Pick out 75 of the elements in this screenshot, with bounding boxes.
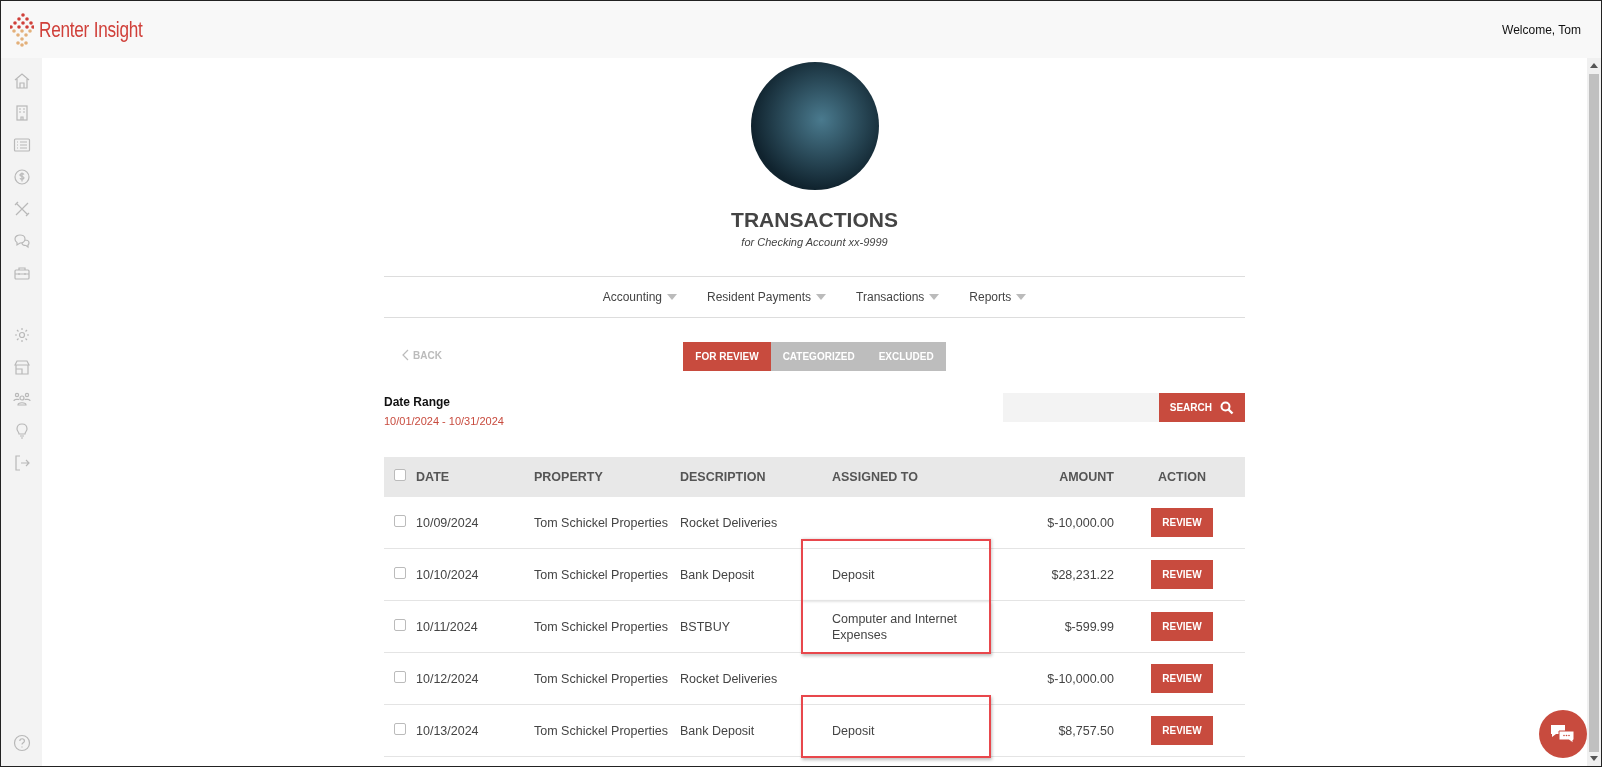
column-header: DATE — [416, 470, 450, 484]
column-header: AMOUNT — [1059, 470, 1114, 484]
search-icon — [1220, 400, 1234, 415]
search-field[interactable] — [1002, 393, 1159, 422]
column-header: ASSIGNED TO — [832, 470, 918, 484]
people-icon[interactable] — [12, 390, 31, 408]
scroll-up-icon[interactable] — [1590, 63, 1598, 68]
filter-tab[interactable]: FOR REVIEW — [683, 342, 771, 371]
home-icon[interactable] — [12, 72, 31, 90]
table-cell: 10/12/2024 — [416, 671, 479, 686]
caret-icon — [816, 294, 827, 300]
table-cell: Bank Deposit — [680, 567, 755, 582]
review-button[interactable]: REVIEW — [1151, 716, 1213, 745]
table-cell: $28,231.22 — [1051, 567, 1114, 582]
table-cell-text: Computer and Internet Expenses — [832, 610, 959, 643]
table-cell: Rocket Deliveries — [680, 671, 778, 686]
caret-icon — [1016, 294, 1027, 300]
nav-menu[interactable]: Resident Payments — [707, 290, 827, 304]
nav-menu[interactable]: Reports — [969, 290, 1027, 304]
chat-button[interactable] — [1539, 710, 1587, 758]
row-checkbox[interactable] — [394, 670, 406, 683]
page-subtitle: for Checking Account xx-9999 — [741, 236, 888, 248]
welcome-text: Welcome, Tom — [1502, 22, 1581, 37]
table-cell: Deposit — [832, 722, 875, 739]
review-button[interactable]: REVIEW — [1151, 560, 1213, 589]
row-checkbox[interactable] — [394, 618, 406, 631]
table-cell: $-10,000.00 — [1047, 671, 1114, 686]
row-checkbox[interactable] — [394, 566, 406, 579]
table-cell: Tom Schickel Properties — [534, 619, 669, 634]
caret-icon — [929, 294, 940, 300]
help-icon[interactable] — [12, 734, 31, 752]
row-checkbox[interactable] — [394, 722, 406, 735]
column-header: PROPERTY — [534, 470, 603, 484]
date-range-value[interactable]: 10/01/2024 - 10/31/2024 — [384, 415, 504, 427]
chat-icon — [1550, 723, 1576, 745]
chat-icon[interactable] — [12, 232, 31, 250]
table-cell: Tom Schickel Properties — [534, 567, 669, 582]
table-cell: 10/11/2024 — [416, 619, 478, 634]
page-title: TRANSACTIONS — [731, 208, 898, 232]
briefcase-icon[interactable] — [12, 264, 31, 282]
date-range-label: Date Range — [384, 395, 452, 409]
table-cell: Deposit — [832, 566, 875, 583]
scrollbar[interactable] — [1587, 58, 1601, 766]
table-cell: 10/13/2024 — [416, 723, 479, 738]
review-button[interactable]: REVIEW — [1151, 612, 1213, 641]
dollar-icon[interactable] — [12, 168, 31, 186]
nav-menu[interactable]: Transactions — [856, 290, 940, 304]
store-icon[interactable] — [12, 358, 31, 376]
review-button[interactable]: REVIEW — [1151, 508, 1213, 537]
list-icon[interactable] — [12, 136, 31, 154]
caret-icon — [667, 294, 677, 300]
table-cell: $8,757.50 — [1058, 723, 1114, 738]
logo-icon — [10, 12, 34, 47]
table-cell: Bank Deposit — [680, 723, 755, 738]
review-button[interactable]: REVIEW — [1151, 664, 1213, 693]
logout-icon[interactable] — [12, 454, 31, 472]
table-cell: $-10,000.00 — [1047, 515, 1114, 530]
table-cell: BSTBUY — [680, 619, 730, 634]
nav-menu[interactable]: Accounting — [602, 290, 677, 304]
column-header: DESCRIPTION — [680, 470, 766, 484]
logo-text[interactable]: Renter Insight — [39, 16, 143, 43]
column-header: ACTION — [1158, 470, 1206, 484]
table-cell: Tom Schickel Properties — [534, 515, 669, 530]
table-cell: 10/10/2024 — [416, 567, 479, 582]
chevron-left-icon — [402, 349, 409, 361]
table-cell: 10/09/2024 — [416, 515, 479, 530]
search-button[interactable]: SEARCH — [1158, 393, 1245, 422]
table-cell: $-599.99 — [1064, 619, 1114, 634]
table-cell: Rocket Deliveries — [680, 515, 778, 530]
scroll-down-icon[interactable] — [1590, 756, 1598, 761]
settings-icon[interactable] — [12, 326, 31, 344]
select-all-checkbox[interactable] — [394, 469, 406, 481]
table-cell: Tom Schickel Properties — [534, 671, 669, 686]
row-checkbox[interactable] — [394, 514, 406, 527]
table-cell: Tom Schickel Properties — [534, 723, 669, 738]
